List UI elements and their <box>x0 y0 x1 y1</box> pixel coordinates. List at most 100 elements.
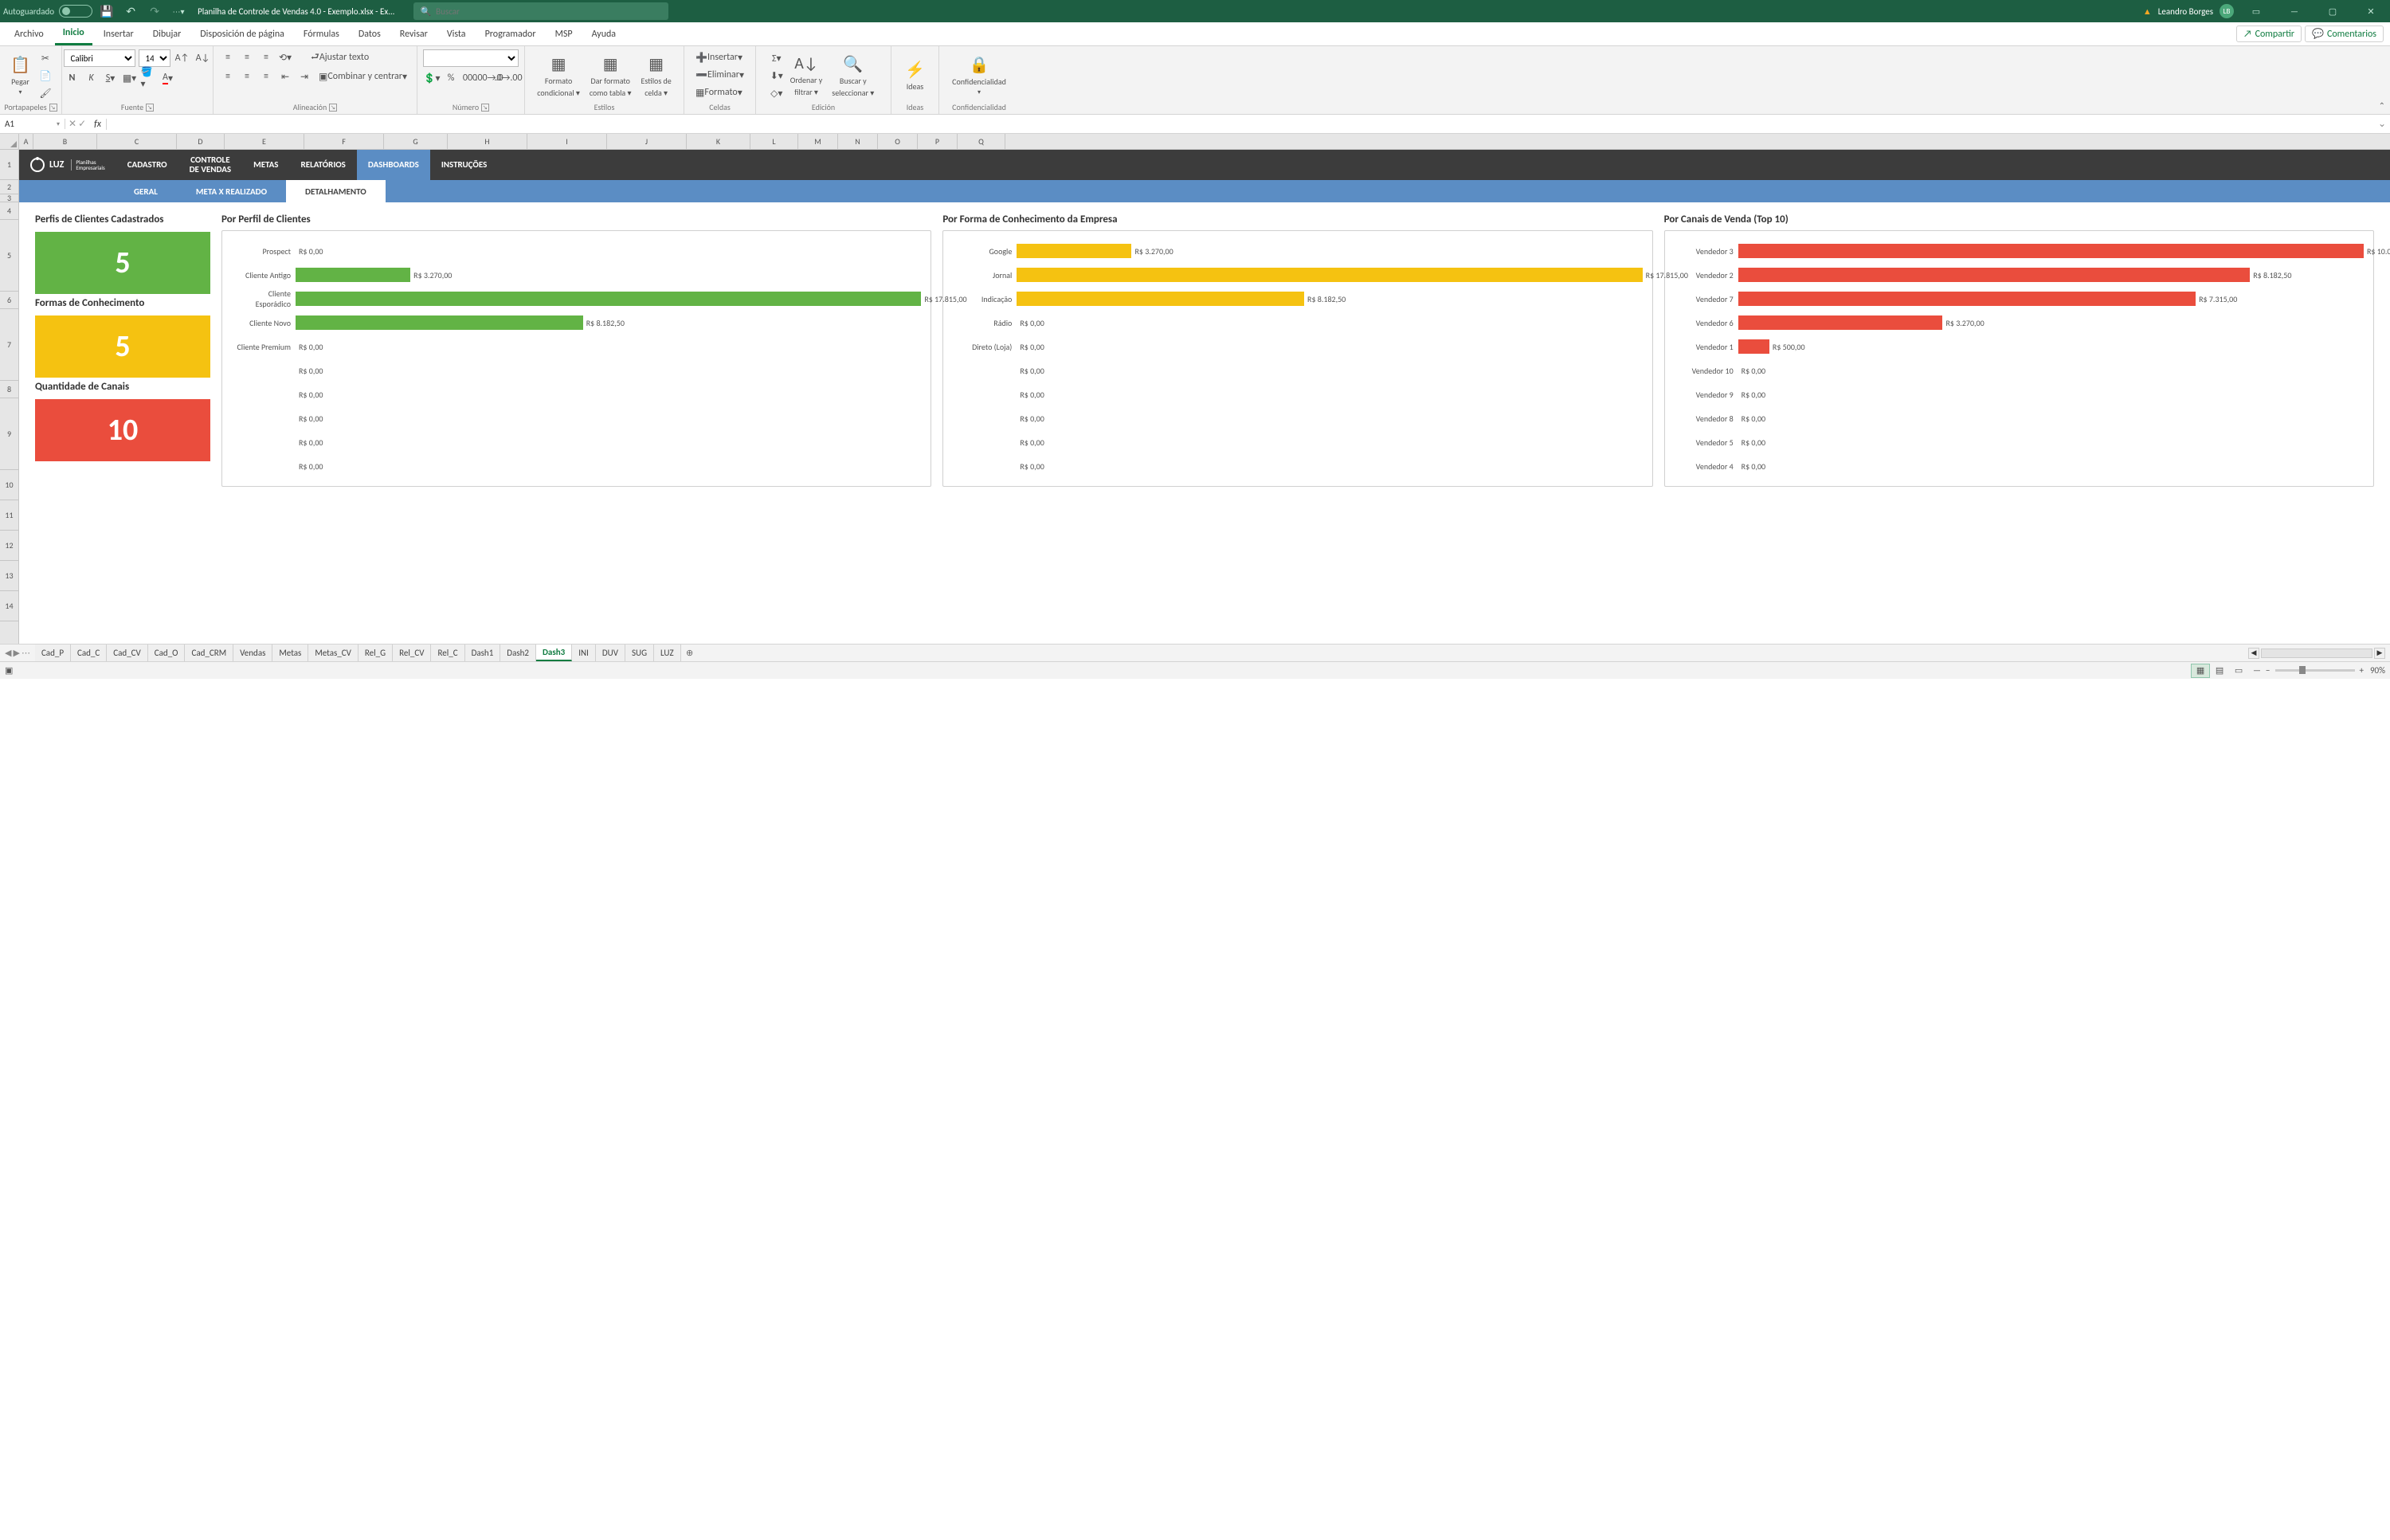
orientation-icon[interactable]: ⟲▾ <box>276 49 294 65</box>
normal-view-icon[interactable]: ▦ <box>2191 664 2210 678</box>
expand-formula-icon[interactable]: ⌄ <box>2374 118 2390 130</box>
grid[interactable]: ABCDEFGHIJKLMNOPQ LUZ Planilhas Empresar… <box>19 134 2390 644</box>
decrease-indent-icon[interactable]: ⇤ <box>276 69 294 84</box>
row-header[interactable]: 4 <box>0 202 18 220</box>
font-size-select[interactable]: 14 <box>139 49 170 67</box>
add-sheet-button[interactable]: ⊕ <box>681 648 699 658</box>
zoom-out-icon[interactable]: − <box>2266 665 2270 676</box>
border-icon[interactable]: ▦▾ <box>121 70 139 86</box>
column-header[interactable]: H <box>448 134 527 149</box>
subnav-item-detalhamento[interactable]: DETALHAMENTO <box>286 180 386 202</box>
sheet-tab-cad_o[interactable]: Cad_O <box>148 645 186 661</box>
ribbon-tab-disposición-de-página[interactable]: Disposición de página <box>192 23 292 45</box>
name-box[interactable]: A1▾ <box>0 119 65 129</box>
cut-icon[interactable]: ✂ <box>37 50 54 66</box>
insert-button[interactable]: ➕ Insertar ▾ <box>692 49 748 65</box>
align-middle-icon[interactable]: ≡ <box>238 49 256 65</box>
sheet-last-icon[interactable]: ▶ <box>13 648 19 658</box>
delete-button[interactable]: ➖ Eliminar ▾ <box>692 67 748 83</box>
sheet-tab-metas[interactable]: Metas <box>272 645 308 661</box>
cell-styles-button[interactable]: ▦Estilos decelda ▾ <box>638 53 675 100</box>
autosave-toggle[interactable] <box>59 5 92 18</box>
underline-icon[interactable]: S▾ <box>102 70 120 86</box>
increase-font-icon[interactable]: A↑ <box>174 50 191 66</box>
nav-item-instruções[interactable]: INSTRUÇÕES <box>430 150 498 180</box>
minimize-icon[interactable]: — <box>2278 0 2310 22</box>
copy-icon[interactable]: 📄 <box>37 68 54 84</box>
hscroll-track[interactable] <box>2261 649 2372 658</box>
close-icon[interactable]: ✕ <box>2355 0 2387 22</box>
cancel-formula-icon[interactable]: ✕ <box>69 118 76 130</box>
sheet-tab-metas_cv[interactable]: Metas_CV <box>308 645 358 661</box>
number-format-select[interactable] <box>423 49 519 67</box>
sheet-tab-cad_c[interactable]: Cad_C <box>71 645 107 661</box>
zoom-slider[interactable] <box>2275 669 2355 672</box>
format-button[interactable]: ▦ Formato ▾ <box>692 84 748 100</box>
fx-icon[interactable]: fx <box>89 119 107 130</box>
column-header[interactable]: C <box>97 134 177 149</box>
sort-filter-button[interactable]: A↓Ordenar yfiltrar ▾ <box>787 53 826 99</box>
ribbon-tab-ayuda[interactable]: Ayuda <box>584 23 625 45</box>
column-header[interactable]: D <box>177 134 225 149</box>
sheet-tab-cad_crm[interactable]: Cad_CRM <box>185 645 233 661</box>
paste-button[interactable]: 📋Pegar▾ <box>7 53 33 98</box>
autosum-icon[interactable]: Σ▾ <box>770 50 784 66</box>
font-color-icon[interactable]: A▾ <box>159 70 177 86</box>
row-header[interactable]: 9 <box>0 398 18 470</box>
row-header[interactable]: 14 <box>0 591 18 621</box>
sheet-tab-luz[interactable]: LUZ <box>654 645 681 661</box>
page-break-view-icon[interactable]: ▭ <box>2229 664 2248 678</box>
sheet-more-icon[interactable]: ⋯ <box>22 648 30 658</box>
redo-icon[interactable]: ↷ <box>145 2 164 21</box>
page-layout-view-icon[interactable]: ▤ <box>2210 664 2229 678</box>
fill-color-icon[interactable]: 🪣▾ <box>140 70 158 86</box>
row-header[interactable]: 5 <box>0 220 18 292</box>
sheet-first-icon[interactable]: ◀ <box>5 648 11 658</box>
confidentiality-button[interactable]: 🔒Confidencialidad▾ <box>949 53 1009 98</box>
column-header[interactable]: Q <box>958 134 1005 149</box>
column-header[interactable]: A <box>19 134 33 149</box>
ribbon-tab-insertar[interactable]: Insertar <box>96 23 142 45</box>
user-name[interactable]: Leandro Borges <box>2158 6 2213 17</box>
dialog-launcher-icon[interactable]: ↘ <box>49 104 57 112</box>
sheet-tab-duv[interactable]: DUV <box>596 645 625 661</box>
decrease-font-icon[interactable]: A↓ <box>194 50 212 66</box>
percent-icon[interactable]: % <box>442 70 460 86</box>
sheet-tab-rel_c[interactable]: Rel_C <box>431 645 464 661</box>
subnav-item-meta-x-realizado[interactable]: META X REALIZADO <box>177 180 286 202</box>
row-header[interactable]: 7 <box>0 309 18 381</box>
ribbon-tab-dibujar[interactable]: Dibujar <box>145 23 190 45</box>
align-bottom-icon[interactable]: ≡ <box>257 49 275 65</box>
sheet-tab-dash3[interactable]: Dash3 <box>536 645 572 661</box>
accept-formula-icon[interactable]: ✓ <box>78 118 86 130</box>
search-input[interactable] <box>436 6 662 17</box>
conditional-format-button[interactable]: ▦Formatocondicional ▾ <box>534 53 583 100</box>
font-family-select[interactable]: Calibri <box>64 49 135 67</box>
increase-indent-icon[interactable]: ⇥ <box>296 69 313 84</box>
qat-customize-icon[interactable]: ⋯▾ <box>169 2 188 21</box>
maximize-icon[interactable]: ▢ <box>2317 0 2349 22</box>
nav-item-relatórios[interactable]: RELATÓRIOS <box>290 150 357 180</box>
column-header[interactable]: O <box>878 134 918 149</box>
dialog-launcher-icon[interactable]: ↘ <box>481 104 489 112</box>
align-left-icon[interactable]: ≡ <box>219 69 237 84</box>
column-header[interactable]: F <box>304 134 384 149</box>
ribbon-tab-datos[interactable]: Datos <box>351 23 389 45</box>
ribbon-tab-vista[interactable]: Vista <box>439 23 474 45</box>
column-header[interactable]: J <box>607 134 687 149</box>
search-box[interactable]: 🔍 <box>413 2 668 20</box>
ideas-button[interactable]: ⚡Ideas <box>902 58 928 93</box>
row-header[interactable]: 10 <box>0 470 18 500</box>
align-center-icon[interactable]: ≡ <box>238 69 256 84</box>
collapse-ribbon-icon[interactable]: ⌃ <box>2379 100 2385 111</box>
hscroll-right-icon[interactable]: ▶ <box>2374 648 2385 659</box>
sheet-tab-dash1[interactable]: Dash1 <box>465 645 501 661</box>
record-macro-icon[interactable]: ▣ <box>5 665 13 676</box>
column-header[interactable]: N <box>838 134 878 149</box>
merge-center-icon[interactable]: ▣ Combinar y centrar ▾ <box>315 69 411 84</box>
dialog-launcher-icon[interactable]: ↘ <box>329 104 337 112</box>
undo-icon[interactable]: ↶ <box>121 2 140 21</box>
save-icon[interactable]: 💾 <box>97 2 116 21</box>
warning-icon[interactable]: ▲ <box>2143 6 2152 17</box>
nav-item-controle-de-vendas[interactable]: CONTROLE DE VENDAS <box>178 150 242 180</box>
